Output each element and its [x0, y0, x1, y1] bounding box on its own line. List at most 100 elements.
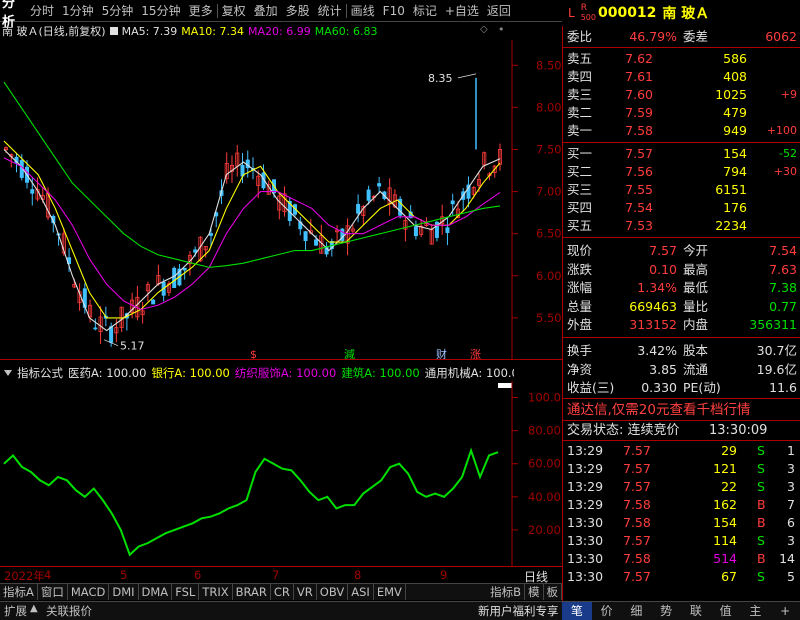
indicator-tab-dma[interactable]: DMA	[139, 584, 173, 600]
stat-label: 总量	[567, 298, 593, 314]
kline-chart[interactable]: 8.50 8.00 7.50 7.00 6.50 6.00 5.50 8.35 5.17 $ 減 财 涨	[0, 40, 562, 360]
toolbar-item-13[interactable]: 返回	[483, 2, 515, 19]
stat-value: 7.38	[769, 280, 797, 295]
wei-cha-value: 6062	[765, 29, 797, 44]
indicator-dropdown-icon[interactable]	[4, 369, 12, 376]
ad-banner-row[interactable]: 通达信,仅需20元查看千档行情	[563, 401, 800, 419]
date-month: 4	[44, 568, 52, 582]
tick-row: 13:30 7.58 154 B 6	[563, 514, 800, 532]
toolbar-item-6[interactable]: 叠加	[250, 2, 282, 19]
indicator-chart[interactable]: 100.0 80.00 60.00 40.00 20.00	[0, 381, 562, 566]
tick-volume: 514	[713, 551, 737, 566]
sell-level-label: 卖三	[567, 87, 593, 102]
indicator-tab-模[interactable]: 模	[525, 584, 544, 600]
chart-name: 南 玻Ａ(日线,前复权)	[2, 25, 106, 38]
toolbar-item-4[interactable]: 更多	[185, 2, 217, 19]
wei-bi-row: 委比 46.79% 委差 6062	[563, 28, 800, 46]
date-start: 2022年	[4, 569, 45, 583]
toolbar-item-10[interactable]: F10	[379, 4, 409, 18]
stat-row: 外盘 313152 内盘 356311	[563, 316, 800, 334]
indicator-title-bar: 指标公式 医药A: 100.00 银行A: 100.00 纺织服饰A: 100.00…	[0, 364, 514, 381]
ma-checkbox-icon[interactable]	[109, 27, 118, 35]
sell-level-volume: 408	[723, 69, 747, 84]
indicator-name[interactable]: 指标公式	[17, 365, 63, 381]
toolbar-item-5[interactable]: 复权	[218, 2, 250, 19]
indicator-tab-指标a[interactable]: 指标A	[0, 584, 38, 600]
related-quote-button[interactable]: 关联报价	[46, 603, 92, 619]
quote-tab-6[interactable]: 主	[741, 602, 771, 620]
buy-level-row: 买二 7.56 794 +30	[563, 163, 800, 181]
stock-header: L R 500 000012 南 玻Ａ	[562, 0, 800, 26]
dot-icon[interactable]: •	[498, 23, 505, 36]
indicator-tab-板[interactable]: 板	[544, 584, 562, 600]
candle-body	[445, 227, 450, 233]
diamond-icon[interactable]: ◇	[480, 24, 488, 35]
indicator-tick-label: 40.00	[528, 490, 561, 504]
indicator-tab-vr[interactable]: VR	[294, 584, 317, 600]
indicator-tab-dmi[interactable]: DMI	[109, 584, 139, 600]
panel-divider	[563, 337, 800, 338]
sell-level-row: 卖一 7.58 949 +100	[563, 122, 800, 140]
indicator-tab-emv[interactable]: EMV	[374, 584, 406, 600]
indicator-tab-asi[interactable]: ASI	[348, 584, 374, 600]
indicator-tab-fsl[interactable]: FSL	[172, 584, 200, 600]
buy-level-label: 买三	[567, 182, 593, 197]
tick-price: 7.57	[623, 533, 651, 548]
event-marker: $	[250, 348, 257, 360]
tick-volume: 22	[721, 479, 737, 494]
quote-tab-4[interactable]: 联	[681, 602, 711, 620]
indicator-tab-cr[interactable]: CR	[271, 584, 294, 600]
stat-label: 换手	[567, 343, 593, 358]
toolbar-item-1[interactable]: 1分钟	[58, 2, 98, 19]
stat-value: 313152	[629, 317, 677, 332]
sell-level-volume: 949	[723, 123, 747, 138]
indicator-tab-obv[interactable]: OBV	[317, 584, 349, 600]
high-annotation: 8.35	[428, 72, 453, 85]
toolbar-item-2[interactable]: 5分钟	[98, 2, 138, 19]
series-line-ma20	[3, 157, 501, 311]
stat-value: 11.6	[769, 380, 797, 395]
indicator-tab-brar[interactable]: BRAR	[233, 584, 271, 600]
tick-count: 3	[787, 461, 795, 476]
expand-arrow-icon[interactable]: ▲	[30, 603, 38, 614]
toolbar-item-7[interactable]: 多股	[282, 2, 314, 19]
sell-level-volume: 586	[723, 51, 747, 66]
stat-label: 涨幅	[567, 280, 593, 295]
indicator-tab-trix[interactable]: TRIX	[199, 584, 233, 600]
quote-tab-7[interactable]: +	[770, 602, 800, 620]
buy-level-price: 7.56	[625, 164, 653, 179]
tick-count: 5	[787, 569, 795, 584]
toolbar-item-8[interactable]: 统计	[314, 2, 346, 19]
market-num: 500	[580, 13, 596, 22]
indicator-tab-指标b[interactable]: 指标B	[487, 584, 525, 600]
new-user-welfare-link[interactable]: 新用户福利专享	[478, 603, 559, 619]
date-month: 5	[120, 568, 128, 582]
indicator-tab-窗口[interactable]: 窗口	[38, 584, 68, 600]
quote-tab-1[interactable]: 价	[592, 602, 622, 620]
panel-divider	[563, 142, 800, 143]
top-toolbar: 分析 分时 1分钟 5分钟 15分钟 更多 复权 叠加 多股 统计 画线 F10 标记 +自选 返回	[0, 0, 562, 30]
stat-value: 3.85	[649, 361, 677, 377]
quote-tab-2[interactable]: 细	[622, 602, 652, 620]
tick-row: 13:29 7.58 162 B 7	[563, 496, 800, 514]
quote-tab-5[interactable]: 值	[711, 602, 741, 620]
indicator-tab-macd[interactable]: MACD	[68, 584, 110, 600]
stat-value: 7.63	[769, 261, 797, 277]
expand-button[interactable]: 扩展	[4, 603, 27, 619]
tick-price: 7.57	[623, 443, 651, 458]
toolbar-item-11[interactable]: 标记	[409, 2, 441, 19]
toolbar-item-3[interactable]: 15分钟	[137, 2, 184, 19]
toolbar-item-9[interactable]: 画线	[347, 2, 379, 19]
tick-time: 13:30	[567, 533, 604, 548]
tick-side: B	[757, 515, 766, 530]
tick-time: 13:29	[567, 461, 604, 476]
sell-level-label: 卖五	[567, 51, 593, 66]
quote-tab-0[interactable]: 笔	[562, 602, 592, 620]
toolbar-item-0[interactable]: 分时	[26, 2, 58, 19]
stat-value: 3.42%	[637, 343, 677, 358]
quote-tab-3[interactable]: 势	[651, 602, 681, 620]
stat-label: 现价	[567, 243, 593, 258]
market-badge: R 500	[580, 4, 596, 23]
toolbar-item-12[interactable]: +自选	[441, 2, 483, 19]
stat-label: 最高	[683, 261, 709, 277]
